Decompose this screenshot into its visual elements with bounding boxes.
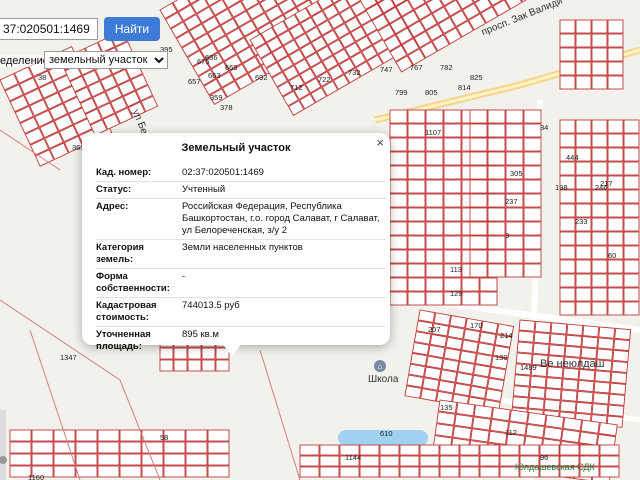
school-label: Школа bbox=[368, 374, 399, 385]
place-label: Ве неюлдаш bbox=[540, 358, 605, 370]
parcel-number[interactable]: 712 bbox=[290, 83, 303, 92]
parcel-number[interactable]: 112 bbox=[505, 428, 517, 437]
parcel-number[interactable]: 799 bbox=[395, 88, 408, 97]
row-key: Кад. номер: bbox=[96, 167, 152, 178]
parcel-number[interactable]: 663 bbox=[208, 71, 221, 80]
bottom-place-label: Юлдашевская СДК bbox=[515, 462, 595, 472]
parcel-number[interactable]: 444 bbox=[566, 153, 579, 162]
row-value: Российская Федерация, Республика Башкорт… bbox=[182, 201, 380, 236]
row-status: Статус: Учтенный bbox=[96, 182, 386, 199]
row-value: Учтенный bbox=[182, 184, 226, 195]
parcel-number[interactable]: 732 bbox=[348, 68, 361, 77]
find-button[interactable]: Найти bbox=[104, 17, 160, 41]
parcel-number[interactable]: 692 bbox=[255, 73, 268, 82]
parcel-number[interactable]: 207 bbox=[428, 325, 441, 334]
parcel-number[interactable]: 34 bbox=[540, 123, 548, 132]
row-key: Уточненная площадь: bbox=[96, 329, 151, 352]
parcel-number[interactable]: 96 bbox=[540, 453, 548, 462]
parcel-number[interactable]: 3 bbox=[505, 231, 509, 240]
row-cadastral-value: Кадастровая стоимость: 744013.5 руб bbox=[96, 298, 386, 327]
row-value: 744013.5 руб bbox=[182, 300, 240, 311]
school-marker[interactable]: ⌂ bbox=[374, 360, 386, 372]
layer-select[interactable]: земельный участок bbox=[44, 51, 168, 69]
parcel-number[interactable]: 113 bbox=[450, 265, 462, 274]
parcel-number[interactable]: 825 bbox=[470, 73, 483, 82]
popup-pointer bbox=[222, 343, 242, 357]
row-key: Форма собственности: bbox=[96, 271, 170, 294]
parcel-number[interactable]: 130 bbox=[495, 353, 508, 362]
parcel-number[interactable]: 217 bbox=[600, 179, 613, 188]
parcel-number[interactable]: 129 bbox=[450, 289, 463, 298]
popup-title: Земельный участок bbox=[181, 142, 291, 154]
parcel-number[interactable]: 233 bbox=[575, 217, 588, 226]
parcel-number[interactable]: 1347 bbox=[60, 353, 77, 362]
parcel-info-popup: Земельный участок × Кад. номер: 02:37:020… bbox=[82, 133, 390, 352]
parcel-number[interactable]: 198 bbox=[555, 183, 568, 192]
row-value: 02:37:020501:1469 bbox=[182, 167, 264, 178]
row-key: Кадастровая стоимость: bbox=[96, 300, 157, 323]
parcel-number[interactable]: 1144 bbox=[345, 453, 361, 462]
row-key: Статус: bbox=[96, 184, 132, 195]
parcel-number[interactable]: 38 bbox=[38, 73, 46, 82]
parcel-number[interactable]: 214 bbox=[500, 331, 513, 340]
parcel-number[interactable]: 610 bbox=[380, 429, 393, 438]
row-value: 895 кв.м bbox=[182, 329, 219, 340]
parcel-number[interactable]: 814 bbox=[458, 83, 471, 92]
parcel-number[interactable]: 135 bbox=[440, 403, 453, 412]
row-key: Категория земель: bbox=[96, 242, 144, 265]
parcel-number[interactable]: 675 bbox=[197, 57, 210, 66]
zoom-control[interactable] bbox=[0, 410, 7, 480]
parcel-number[interactable]: 378 bbox=[220, 103, 233, 112]
parcel-number[interactable]: 237 bbox=[505, 197, 518, 206]
parcel-number[interactable]: 782 bbox=[440, 63, 453, 72]
parcel-number[interactable]: 1489 bbox=[520, 363, 537, 372]
parcel-number[interactable]: 305 bbox=[510, 169, 523, 178]
row-key: Адрес: bbox=[96, 201, 129, 212]
cadastral-number-input[interactable] bbox=[0, 18, 98, 40]
row-ownership: Форма собственности: - bbox=[96, 269, 386, 298]
row-value: Земли населенных пунктов bbox=[182, 242, 303, 253]
parcel-number[interactable]: 722 bbox=[318, 75, 331, 84]
search-toolbar: Найти еделение: земельный участок bbox=[0, 0, 180, 72]
svg-text:⌂: ⌂ bbox=[378, 362, 383, 371]
parcel-number[interactable]: 669 bbox=[225, 63, 238, 72]
parcel-number[interactable]: 657 bbox=[188, 77, 201, 86]
parcel-number[interactable]: 747 bbox=[380, 65, 393, 74]
parcel-number[interactable]: 1107 bbox=[425, 128, 441, 137]
parcel-attributes: Кад. номер: 02:37:020501:1469 Статус: Учте… bbox=[96, 165, 386, 355]
parcel-number[interactable]: 58 bbox=[160, 433, 168, 442]
row-cadastral-number: Кад. номер: 02:37:020501:1469 bbox=[96, 165, 386, 182]
parcel-number[interactable]: 359 bbox=[210, 93, 223, 102]
row-address: Адрес: Российская Федерация, Республика Б… bbox=[96, 199, 386, 240]
parcel-number[interactable]: 60 bbox=[608, 251, 616, 260]
parcel-number[interactable]: 1160 bbox=[28, 473, 44, 480]
row-land-category: Категория земель: Земли населенных пункто… bbox=[96, 240, 386, 269]
parcel-number[interactable]: 170 bbox=[470, 321, 483, 330]
parcel-number[interactable]: 805 bbox=[425, 88, 438, 97]
close-icon[interactable]: × bbox=[376, 135, 384, 150]
row-value: - bbox=[182, 271, 186, 282]
parcel-number[interactable]: 767 bbox=[410, 63, 423, 72]
